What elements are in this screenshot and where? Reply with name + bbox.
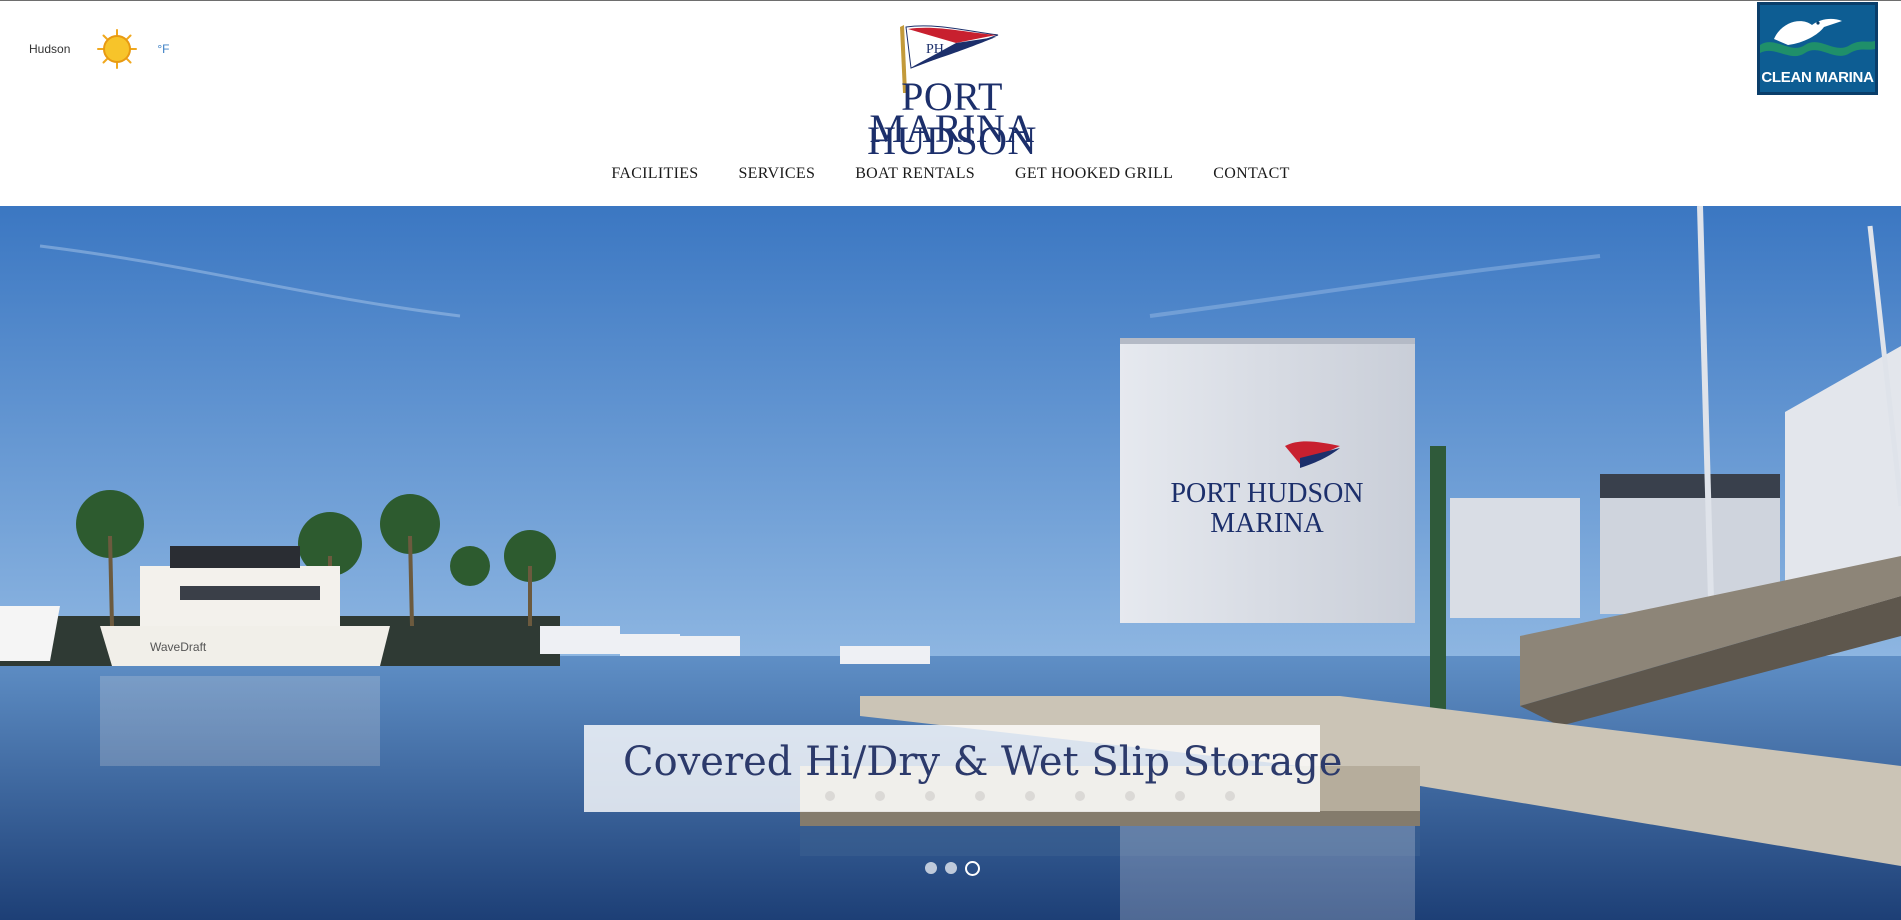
logo-line-2: MARINA [869, 106, 1035, 151]
slide-dot-active[interactable] [965, 861, 980, 876]
hero-slider: WaveDraft PORT HUDSON MARINA Covered Hi/… [0, 206, 1901, 920]
hero-image: WaveDraft PORT HUDSON MARINA [0, 206, 1901, 920]
nav-item-services[interactable]: SERVICES [738, 165, 815, 183]
site-header: Hudson °F PH PORT HUDSON MARINA CLEAN MA… [0, 1, 1901, 206]
sign-line-1: PORT HUDSON [1170, 478, 1363, 509]
hero-caption: Covered Hi/Dry & Wet Slip Storage [584, 725, 1342, 812]
nav-item-facilities[interactable]: FACILITIES [611, 165, 698, 183]
boat-name: WaveDraft [150, 640, 207, 654]
badge-label: CLEAN MARINA [1761, 69, 1874, 86]
weather-widget: Hudson °F [29, 29, 170, 69]
nav-item-get-hooked-grill[interactable]: GET HOOKED GRILL [1015, 165, 1173, 183]
sun-icon [97, 29, 138, 69]
weather-location: Hudson [29, 42, 71, 56]
temperature-unit-toggle[interactable]: °F [157, 42, 169, 56]
clean-marina-badge[interactable]: CLEAN MARINA [1757, 2, 1878, 95]
hero-caption-text: Covered Hi/Dry & Wet Slip Storage [623, 739, 1343, 785]
flag-monogram: PH [926, 42, 944, 57]
slide-dot[interactable] [945, 862, 957, 874]
pelican-icon [1760, 18, 1875, 71]
slide-dot[interactable] [925, 862, 937, 874]
main-nav: FACILITIES SERVICES BOAT RENTALS GET HOO… [0, 165, 1901, 183]
nav-item-boat-rentals[interactable]: BOAT RENTALS [855, 165, 975, 183]
slider-pagination [925, 861, 988, 876]
site-logo[interactable]: PH PORT HUDSON MARINA [812, 23, 1092, 163]
nav-item-contact[interactable]: CONTACT [1213, 165, 1289, 183]
sign-line-2: MARINA [1210, 508, 1324, 539]
